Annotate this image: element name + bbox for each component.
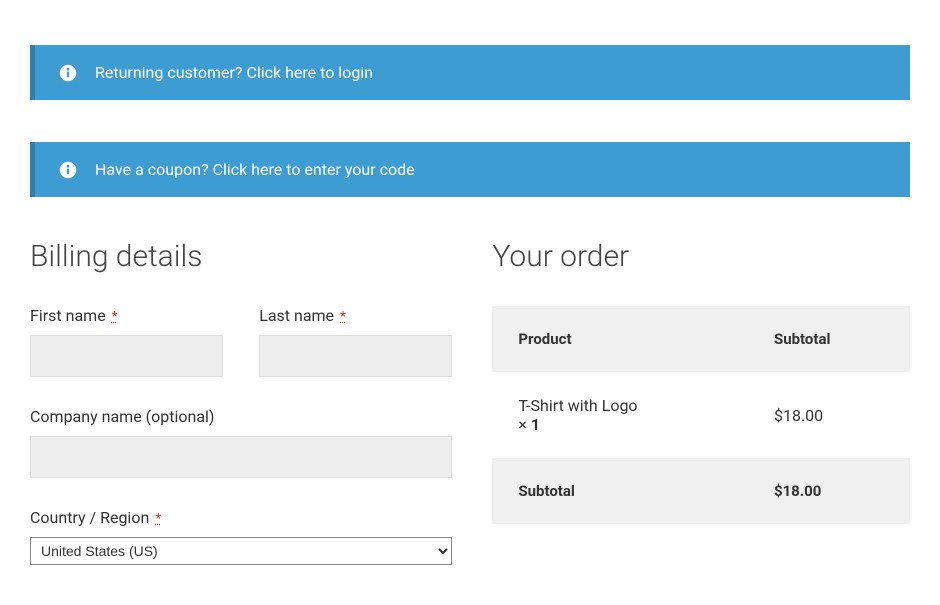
coupon-notice[interactable]: Have a coupon? Click here to enter your …	[30, 142, 910, 197]
coupon-notice-text: Have a coupon? Click here to enter your …	[95, 160, 415, 179]
product-header: Product	[492, 306, 748, 372]
info-icon	[59, 161, 77, 179]
subtotal-label: Subtotal	[492, 458, 748, 524]
table-row: T-Shirt with Logo × 1 $18.00	[492, 372, 910, 458]
billing-heading: Billing details	[30, 239, 452, 274]
subtotal-header: Subtotal	[748, 306, 910, 372]
first-name-input[interactable]	[30, 335, 223, 377]
last-name-label: Last name *	[259, 306, 452, 325]
order-section: Your order Product Subtotal T-Shirt with…	[492, 239, 910, 565]
country-select[interactable]: United States (US)	[30, 537, 452, 565]
required-mark: *	[112, 309, 118, 325]
order-table: Product Subtotal T-Shirt with Logo × 1 $…	[492, 306, 910, 524]
order-heading: Your order	[492, 239, 910, 274]
login-notice[interactable]: Returning customer? Click here to login	[30, 45, 910, 100]
required-mark: *	[340, 309, 346, 325]
first-name-label: First name *	[30, 306, 223, 325]
product-cell: T-Shirt with Logo × 1	[492, 372, 748, 458]
login-notice-text: Returning customer? Click here to login	[95, 63, 373, 82]
subtotal-value: $18.00	[748, 458, 910, 524]
required-mark: *	[155, 511, 161, 527]
company-input[interactable]	[30, 436, 452, 478]
country-label: Country / Region *	[30, 508, 452, 527]
info-icon	[59, 64, 77, 82]
company-label: Company name (optional)	[30, 407, 452, 426]
price-cell: $18.00	[748, 372, 910, 458]
billing-section: Billing details First name * Last name *	[30, 239, 452, 565]
last-name-input[interactable]	[259, 335, 452, 377]
